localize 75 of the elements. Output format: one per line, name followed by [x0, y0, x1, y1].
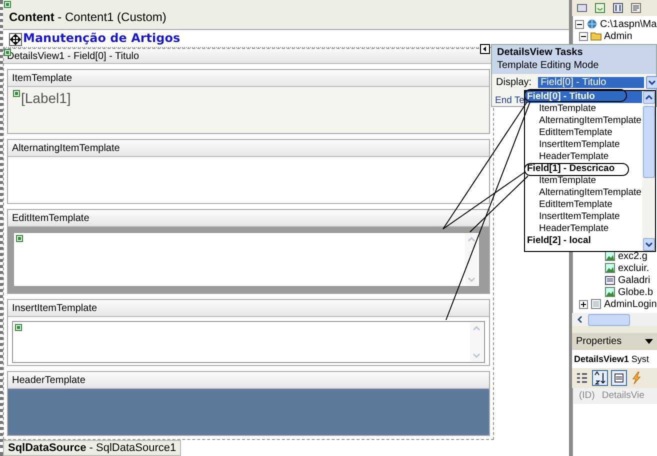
dropdown-arrow-icon[interactable]: [646, 76, 657, 89]
dropdown-arrow-icon[interactable]: [645, 339, 653, 344]
dropdown-option[interactable]: InsertItemTemplate: [525, 139, 642, 151]
panel-title: DetailsView Tasks: [497, 47, 584, 58]
object-selector[interactable]: DetailsView1 Syst: [572, 350, 657, 368]
scrollbar[interactable]: [465, 234, 478, 285]
sort-alphabetical-icon[interactable]: [592, 370, 608, 386]
lightning-icon[interactable]: [630, 371, 642, 385]
scrollbar-thumb[interactable]: [588, 314, 630, 326]
file-icon: [590, 298, 602, 310]
categorized-icon[interactable]: [575, 371, 589, 385]
scrollbar-thumb[interactable]: [642, 106, 654, 178]
tree-item[interactable]: Galadri: [618, 274, 650, 286]
dropdown-option[interactable]: Field[2] - local: [525, 235, 642, 247]
tree-item[interactable]: AdminLogin: [604, 298, 657, 310]
panel-subtitle: Template Editing Mode: [497, 60, 600, 71]
folder-icon: [590, 30, 602, 42]
page-title: Manutenção de Artigos: [23, 31, 180, 46]
data-source-tab[interactable]: SqlDataSource - SqlDataSource1: [3, 440, 182, 456]
tree-item[interactable]: excluir.: [618, 262, 650, 274]
label-control: [Label1]: [21, 90, 71, 106]
scroll-up-icon[interactable]: [642, 91, 654, 104]
dropdown-option[interactable]: HeaderTemplate: [525, 151, 642, 163]
dropdown-option[interactable]: Field[1] - Descricao: [525, 163, 642, 175]
content-header: Content - Content1 (Custom): [3, 0, 569, 30]
dropdown-option[interactable]: Field[0] - Titulo: [525, 91, 642, 103]
control-marker-icon[interactable]: [16, 235, 23, 242]
dropdown-option[interactable]: EditItemTemplate: [525, 127, 642, 139]
file-icon: [604, 274, 616, 286]
details-view-header: DetailsView1 - Field[0] - Titulo: [4, 49, 493, 64]
horizontal-scrollbar[interactable]: [572, 313, 657, 326]
template-header: AlternatingItemTemplate: [8, 140, 489, 157]
control-marker-icon[interactable]: [13, 90, 20, 97]
text-area[interactable]: [12, 321, 485, 363]
template-section[interactable]: HeaderTemplate: [7, 371, 490, 436]
move-icon[interactable]: [9, 32, 22, 46]
vertical-scrollbar[interactable]: [642, 91, 655, 251]
property-pages-icon[interactable]: [611, 370, 627, 386]
tree-item[interactable]: exc2.g: [618, 250, 648, 262]
toolbar-icon[interactable]: [612, 2, 624, 14]
image-file-icon: [604, 250, 616, 262]
globe-icon: [586, 18, 598, 30]
dropdown-value: Field[0] - Titulo: [538, 77, 644, 88]
property-name: (ID): [579, 390, 595, 403]
tree-item[interactable]: C:\1aspn\Ma: [600, 18, 657, 30]
scroll-down-icon[interactable]: [642, 238, 654, 251]
expand-icon[interactable]: [579, 300, 588, 308]
collapse-icon[interactable]: [579, 32, 588, 40]
display-dropdown[interactable]: Field[0] - Titulo: [538, 76, 657, 89]
tree-item[interactable]: Globe.b: [618, 286, 654, 298]
toolbar-icon[interactable]: [576, 2, 588, 14]
dropdown-option[interactable]: InsertItemTemplate: [525, 211, 642, 223]
dropdown-option[interactable]: ItemTemplate: [525, 103, 642, 115]
dropdown-option[interactable]: EditItemTemplate: [525, 199, 642, 211]
dropdown-option[interactable]: AlternatingItemTemplate: [525, 187, 642, 199]
image-file-icon: [604, 262, 616, 274]
dropdown-option[interactable]: ItemTemplate: [525, 175, 642, 187]
template-section[interactable]: EditItemTemplate: [7, 209, 490, 294]
template-section[interactable]: AlternatingItemTemplate: [7, 139, 490, 204]
tree-item[interactable]: Admin: [604, 30, 632, 42]
collapse-icon[interactable]: [575, 20, 584, 28]
dropdown-option[interactable]: HeaderTemplate: [525, 223, 642, 235]
dropdown-option[interactable]: AlternatingItemTemplate: [525, 115, 642, 127]
template-header: HeaderTemplate: [8, 372, 489, 389]
panel-title: Properties: [576, 336, 622, 347]
template-section[interactable]: InsertItemTemplate: [7, 299, 490, 366]
control-marker-icon[interactable]: [15, 324, 22, 331]
template-header: ItemTemplate: [8, 70, 489, 87]
template-header: EditItemTemplate: [8, 210, 489, 227]
toolbar-icon[interactable]: [630, 2, 642, 14]
template-header: InsertItemTemplate: [8, 300, 489, 317]
field-label: Display:: [496, 77, 532, 88]
image-file-icon: [604, 286, 616, 298]
control-marker-icon[interactable]: [4, 1, 11, 8]
template-section[interactable]: ItemTemplate [Label1]: [7, 69, 490, 134]
